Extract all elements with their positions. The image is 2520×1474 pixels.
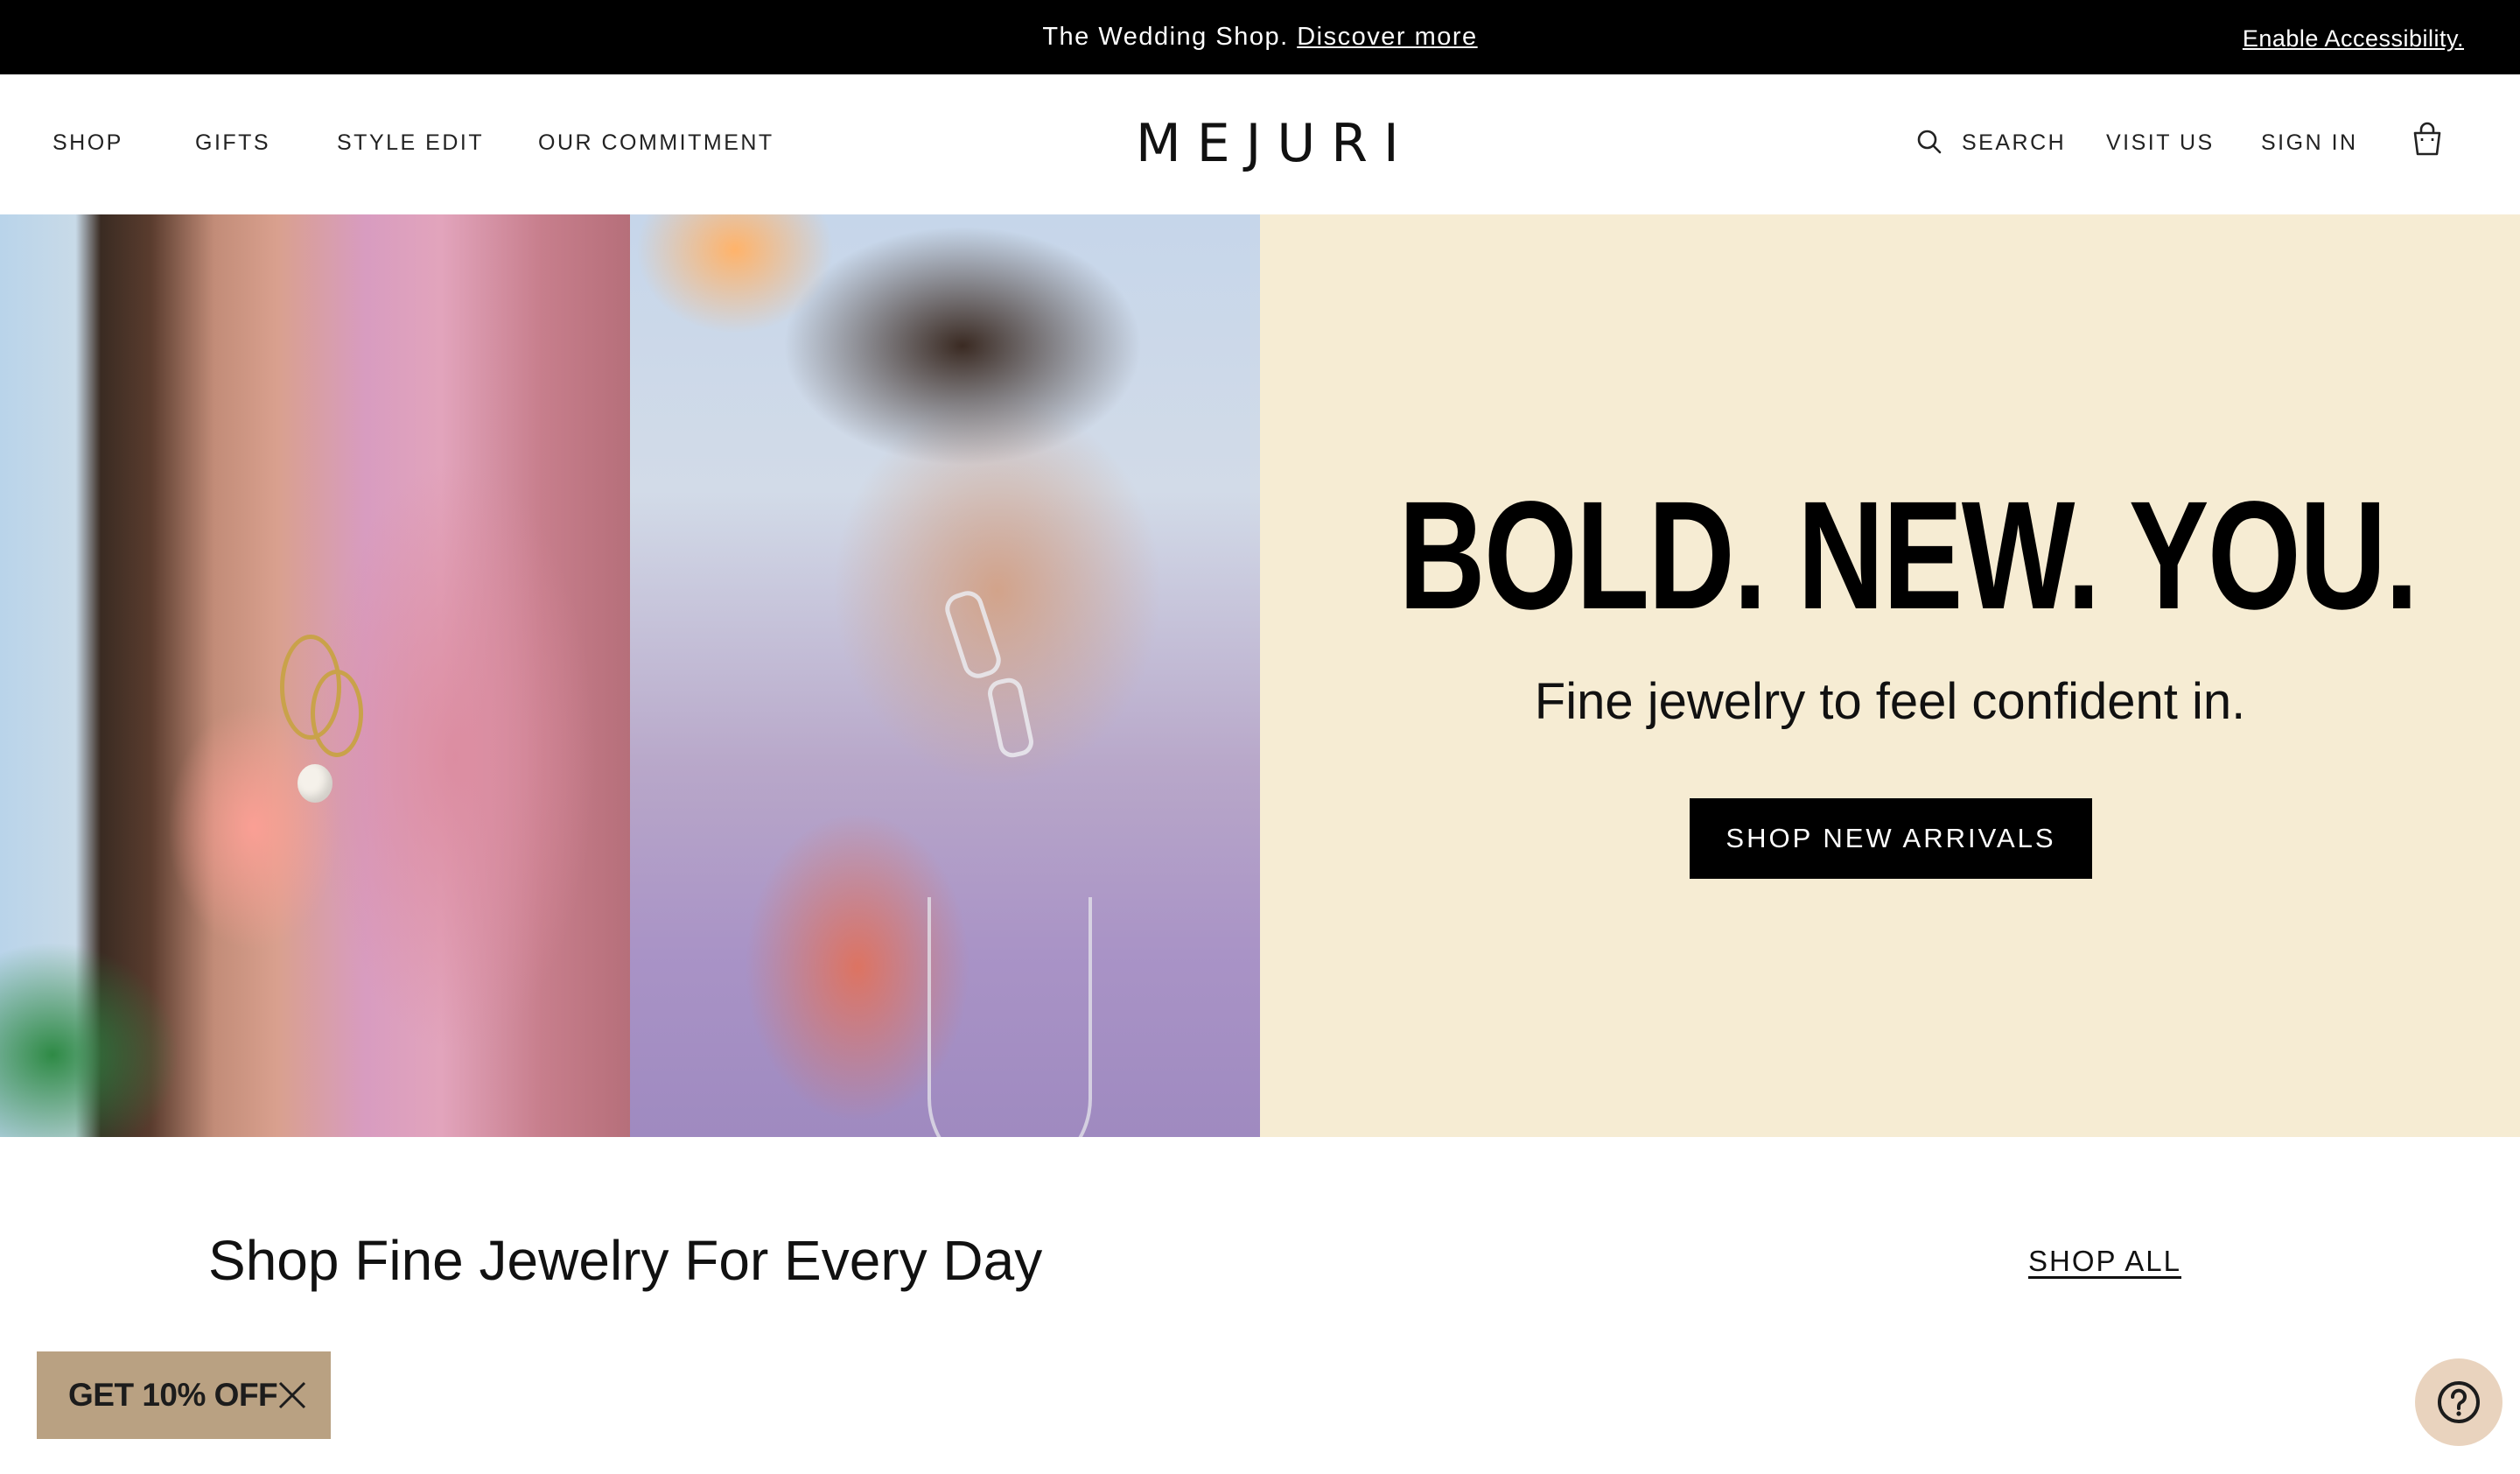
- close-icon[interactable]: [276, 1379, 308, 1411]
- shop-all-link[interactable]: SHOP ALL: [2028, 1243, 2181, 1280]
- announcement-message: The Wedding Shop. Discover more: [0, 21, 2520, 53]
- hero-banner: BOLD. NEW. YOU. Fine jewelry to feel con…: [0, 214, 2520, 1137]
- hero-headline: BOLD. NEW. YOU.: [1398, 470, 2418, 642]
- nav-item-gifts[interactable]: GIFTS: [195, 129, 270, 157]
- question-circle-icon[interactable]: [2436, 1379, 2482, 1425]
- discount-label[interactable]: GET 10% OFF: [68, 1377, 278, 1414]
- shop-new-arrivals-button[interactable]: SHOP NEW ARRIVALS: [1690, 798, 2092, 879]
- announcement-bar: The Wedding Shop. Discover more Enable A…: [0, 0, 2520, 74]
- hero-subheading: Fine jewelry to feel confident in.: [1534, 673, 2246, 730]
- section-title: Shop Fine Jewelry For Every Day: [208, 1229, 1043, 1292]
- shopping-bag-icon[interactable]: [2412, 122, 2443, 157]
- nav-item-style-edit[interactable]: STYLE EDIT: [337, 129, 484, 157]
- nav-item-our-commitment[interactable]: OUR COMMITMENT: [538, 129, 774, 157]
- help-button[interactable]: [2415, 1358, 2502, 1446]
- nav-item-search[interactable]: SEARCH: [1962, 129, 2066, 157]
- gold-hoop-earring: [311, 670, 363, 757]
- main-navigation: SHOP GIFTS STYLE EDIT OUR COMMITMENT MEJ…: [0, 74, 2520, 215]
- silver-chain-necklace: [928, 897, 1092, 1137]
- enable-accessibility-link[interactable]: Enable Accessibility.: [2243, 24, 2464, 53]
- nav-item-sign-in[interactable]: SIGN IN: [2261, 129, 2358, 157]
- pearl-charm: [298, 764, 332, 803]
- discover-more-link[interactable]: Discover more: [1297, 23, 1477, 51]
- mejuri-logo[interactable]: MEJURI: [1136, 113, 1399, 174]
- nav-item-shop[interactable]: SHOP: [52, 129, 123, 157]
- silver-ring: [941, 586, 1005, 683]
- hero-photo-rings: [630, 214, 1260, 1137]
- nav-item-visit-us[interactable]: VISIT US: [2106, 129, 2215, 157]
- silver-ring: [985, 675, 1036, 761]
- announcement-text: The Wedding Shop.: [1042, 23, 1289, 51]
- discount-tab[interactable]: GET 10% OFF: [37, 1351, 331, 1439]
- hero-text-panel: BOLD. NEW. YOU. Fine jewelry to feel con…: [1260, 214, 2520, 1137]
- hero-photo-earrings: [0, 214, 630, 1137]
- search-icon[interactable]: [1916, 129, 1942, 155]
